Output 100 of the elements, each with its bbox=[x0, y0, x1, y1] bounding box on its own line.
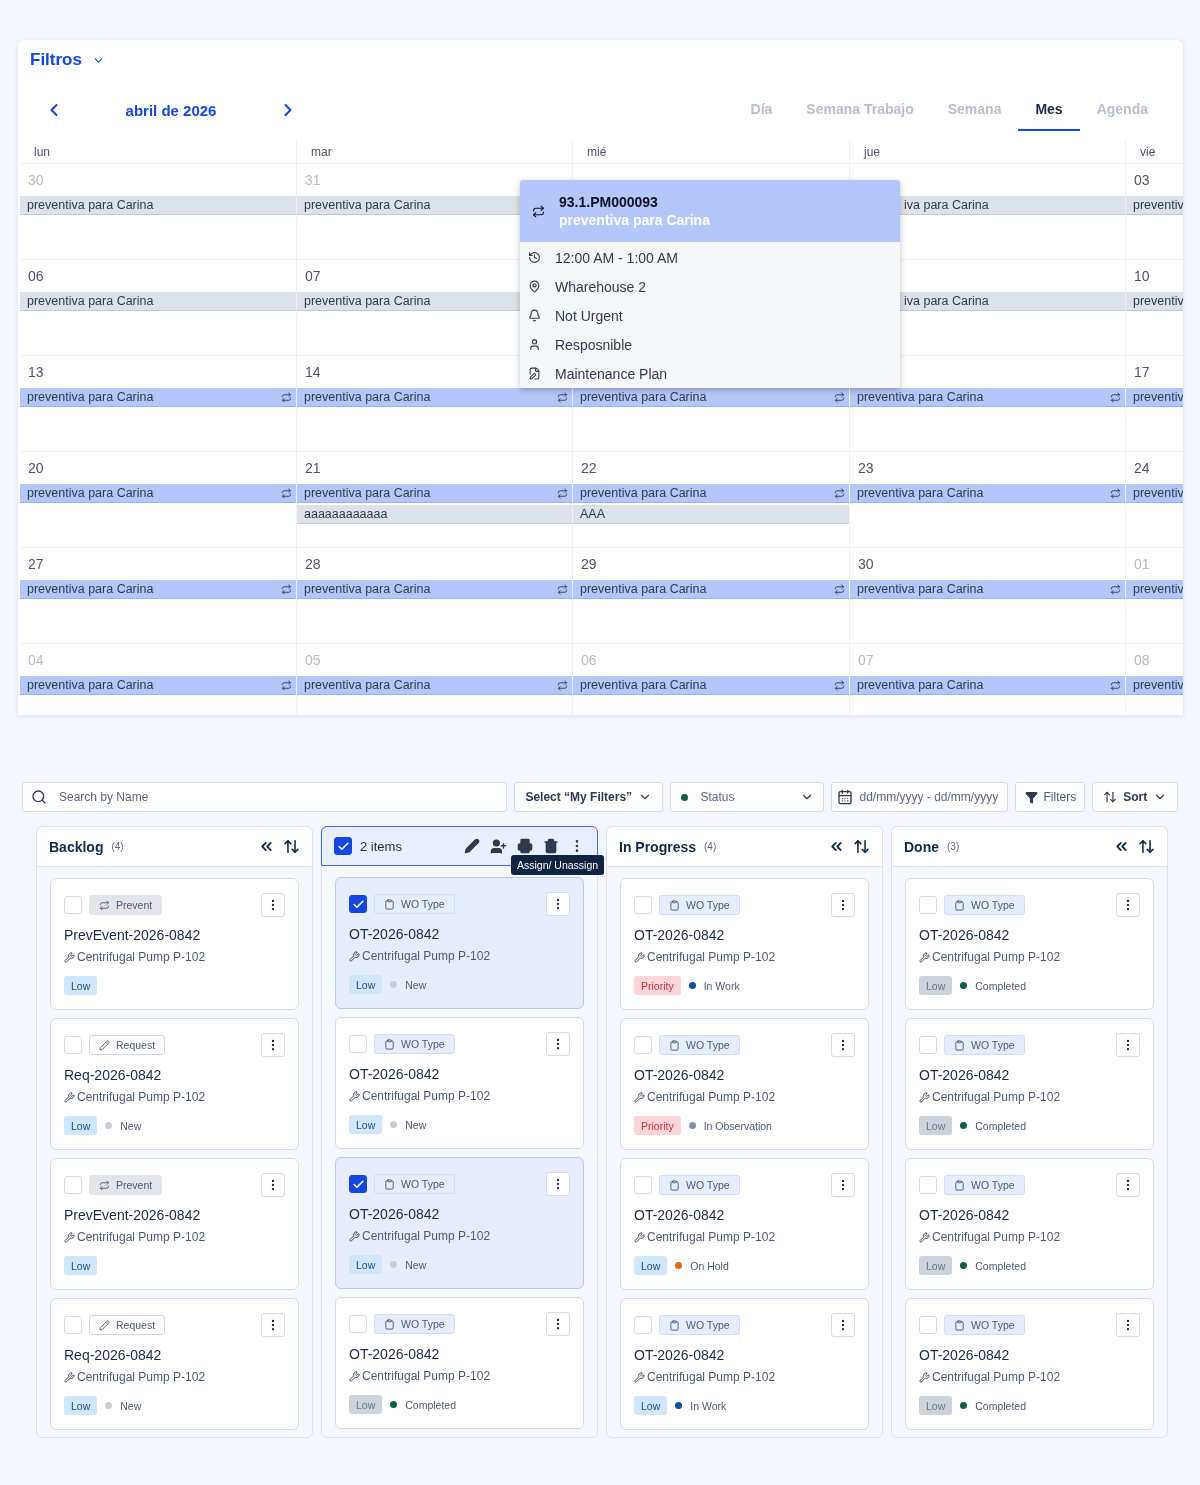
status-label: Completed bbox=[405, 1398, 457, 1411]
calendar-event[interactable]: preventiv bbox=[1126, 196, 1183, 215]
calendar-event[interactable]: preventiv bbox=[1126, 580, 1183, 599]
day-number: 23 bbox=[858, 460, 874, 476]
type-tag: WO Type bbox=[944, 1035, 1025, 1055]
work-order-card[interactable]: WO Type OT-2026-0842 Centrifugal Pump P-102 Low Completed bbox=[905, 1298, 1154, 1430]
work-order-card[interactable]: WO Type OT-2026-0842 Centrifugal Pump P-102 Low Completed bbox=[905, 1158, 1154, 1290]
work-order-card[interactable]: WO Type OT-2026-0842 Centrifugal Pump P-102 Low Completed bbox=[905, 878, 1154, 1010]
wrench-icon bbox=[64, 951, 75, 963]
calendar-event[interactable]: preventiva para Carina bbox=[297, 484, 572, 503]
edit-button[interactable] bbox=[464, 838, 480, 854]
column-sort-button[interactable] bbox=[1138, 838, 1155, 855]
calendar-event[interactable]: preventiva para Carina bbox=[20, 484, 296, 503]
work-order-card[interactable]: Request Req-2026-0842 Centrifugal Pump P-102 Low New bbox=[50, 1018, 299, 1150]
type-tag: WO Type bbox=[659, 1035, 740, 1055]
card-checkbox[interactable] bbox=[349, 1175, 367, 1193]
work-order-card[interactable]: WO Type OT-2026-0842 Centrifugal Pump P-102 Low In Work bbox=[620, 1298, 869, 1430]
card-menu-button[interactable] bbox=[546, 1312, 570, 1336]
clipboard-icon bbox=[954, 1039, 965, 1051]
weekday-label: jue bbox=[864, 144, 880, 159]
card-title: OT-2026-0842 bbox=[349, 1206, 441, 1222]
day-number: 06 bbox=[581, 652, 597, 668]
card-menu-button[interactable] bbox=[831, 893, 855, 917]
calendar-event[interactable]: preventiva para Carina bbox=[573, 388, 849, 407]
asset-name: Centrifugal Pump P-102 bbox=[77, 1370, 206, 1384]
work-order-card[interactable]: WO Type OT-2026-0842 Centrifugal Pump P-102 Low New bbox=[335, 877, 584, 1009]
calendar-event[interactable]: preventiva para Carina bbox=[20, 388, 296, 407]
my-filters-dropdown[interactable]: Select “My Filters” bbox=[514, 782, 664, 812]
asset-name: Centrifugal Pump P-102 bbox=[362, 1369, 491, 1383]
event-detail: Resposnible bbox=[555, 336, 633, 353]
card-menu-button[interactable] bbox=[1116, 1173, 1140, 1197]
calendar-event[interactable]: aaaaaaaaaaaa bbox=[297, 505, 572, 524]
card-menu-button[interactable] bbox=[261, 1033, 285, 1057]
select-all-checkbox[interactable] bbox=[334, 837, 352, 855]
card-title: OT-2026-0842 bbox=[634, 1067, 726, 1083]
card-menu-button[interactable] bbox=[261, 893, 285, 917]
calendar-event[interactable]: preventiva para Carina bbox=[297, 676, 572, 695]
card-menu-button[interactable] bbox=[261, 1313, 285, 1337]
work-order-card[interactable]: WO Type OT-2026-0842 Centrifugal Pump P-102 Priority In Work bbox=[620, 878, 869, 1010]
calendar-event[interactable]: AAA bbox=[573, 505, 849, 524]
card-title: OT-2026-0842 bbox=[919, 927, 1011, 943]
priority-badge: Low bbox=[349, 1115, 383, 1134]
day-number: 21 bbox=[305, 460, 321, 476]
column-title: Done bbox=[904, 838, 939, 855]
delete-button[interactable] bbox=[543, 838, 559, 854]
calendar-event[interactable]: preventiv bbox=[1126, 484, 1183, 503]
filters-button[interactable]: Filters bbox=[1015, 782, 1086, 812]
card-menu-button[interactable] bbox=[546, 892, 570, 916]
calendar-event[interactable]: preventiva para Carina bbox=[850, 388, 1125, 407]
card-title: OT-2026-0842 bbox=[919, 1067, 1011, 1083]
calendar-event[interactable]: preventiva para Carina bbox=[20, 292, 296, 311]
card-menu-button[interactable] bbox=[1116, 1313, 1140, 1337]
status-dropdown[interactable]: Status bbox=[670, 782, 825, 812]
assign-user-button[interactable] bbox=[490, 837, 507, 855]
work-order-card[interactable]: WO Type OT-2026-0842 Centrifugal Pump P-102 Low On Hold bbox=[620, 1158, 869, 1290]
work-order-card[interactable]: Prevent PrevEvent-2026-0842 Centrifugal Pump P-102 Low bbox=[50, 878, 299, 1010]
card-menu-button[interactable] bbox=[261, 1173, 285, 1197]
work-order-card[interactable]: WO Type OT-2026-0842 Centrifugal Pump P-102 Low New bbox=[335, 1157, 584, 1289]
card-title: PrevEvent-2026-0842 bbox=[64, 1207, 202, 1223]
printer-icon bbox=[517, 838, 533, 854]
work-order-card[interactable]: WO Type OT-2026-0842 Centrifugal Pump P-102 Priority In Observation bbox=[620, 1018, 869, 1150]
clipboard-icon bbox=[384, 898, 395, 910]
priority-badge: Low bbox=[64, 1256, 98, 1275]
work-order-card[interactable]: WO Type OT-2026-0842 Centrifugal Pump P-102 Low New bbox=[335, 1017, 584, 1149]
calendar-event[interactable]: preventiva para Carina bbox=[297, 580, 572, 599]
calendar-event[interactable]: preventiva para Carina bbox=[20, 580, 296, 599]
work-order-card[interactable]: WO Type OT-2026-0842 Centrifugal Pump P-102 Low Completed bbox=[335, 1297, 584, 1429]
calendar-event[interactable]: preventiva para Carina bbox=[850, 580, 1125, 599]
card-menu-button[interactable] bbox=[831, 1173, 855, 1197]
bell-icon bbox=[528, 309, 541, 322]
view-tab[interactable]: Mes bbox=[1018, 89, 1080, 131]
calendar-event[interactable]: preventiva para Carina bbox=[20, 676, 296, 695]
calendar-event[interactable]: preventiva para Carina bbox=[573, 676, 849, 695]
card-menu-button[interactable] bbox=[831, 1313, 855, 1337]
sort-button[interactable]: Sort bbox=[1092, 782, 1178, 812]
calendar-event[interactable]: preventiv bbox=[1126, 676, 1183, 695]
search-field[interactable]: Search by Name bbox=[22, 782, 507, 812]
column-sort-button[interactable] bbox=[283, 838, 300, 855]
card-menu-button[interactable] bbox=[831, 1033, 855, 1057]
calendar-event[interactable]: preventiva para Carina bbox=[20, 196, 296, 215]
filters-toggle[interactable]: Filtros bbox=[30, 50, 105, 70]
calendar-event[interactable]: preventiv bbox=[1126, 292, 1183, 311]
card-checkbox[interactable] bbox=[349, 895, 367, 913]
print-button[interactable] bbox=[517, 838, 533, 854]
work-order-card[interactable]: WO Type OT-2026-0842 Centrifugal Pump P-102 Low Completed bbox=[905, 1018, 1154, 1150]
calendar-event[interactable]: preventiva para Carina bbox=[850, 676, 1125, 695]
date-range-field[interactable]: dd/mm/yyyy - dd/mm/yyyy bbox=[831, 782, 1009, 812]
card-menu-button[interactable] bbox=[546, 1172, 570, 1196]
calendar-event[interactable]: preventiva para Carina bbox=[297, 388, 572, 407]
card-menu-button[interactable] bbox=[1116, 893, 1140, 917]
card-menu-button[interactable] bbox=[1116, 1033, 1140, 1057]
calendar-event[interactable]: preventiva para Carina bbox=[573, 580, 849, 599]
work-order-card[interactable]: Request Req-2026-0842 Centrifugal Pump P-102 Low New bbox=[50, 1298, 299, 1430]
work-order-card[interactable]: Prevent PrevEvent-2026-0842 Centrifugal Pump P-102 Low bbox=[50, 1158, 299, 1290]
user-plus-icon bbox=[490, 837, 507, 855]
card-menu-button[interactable] bbox=[546, 1032, 570, 1056]
column-sort-button[interactable] bbox=[853, 838, 870, 855]
calendar-event[interactable]: preventiva para Carina bbox=[573, 484, 849, 503]
calendar-event[interactable]: preventiv bbox=[1126, 388, 1183, 407]
calendar-event[interactable]: preventiva para Carina bbox=[850, 484, 1125, 503]
